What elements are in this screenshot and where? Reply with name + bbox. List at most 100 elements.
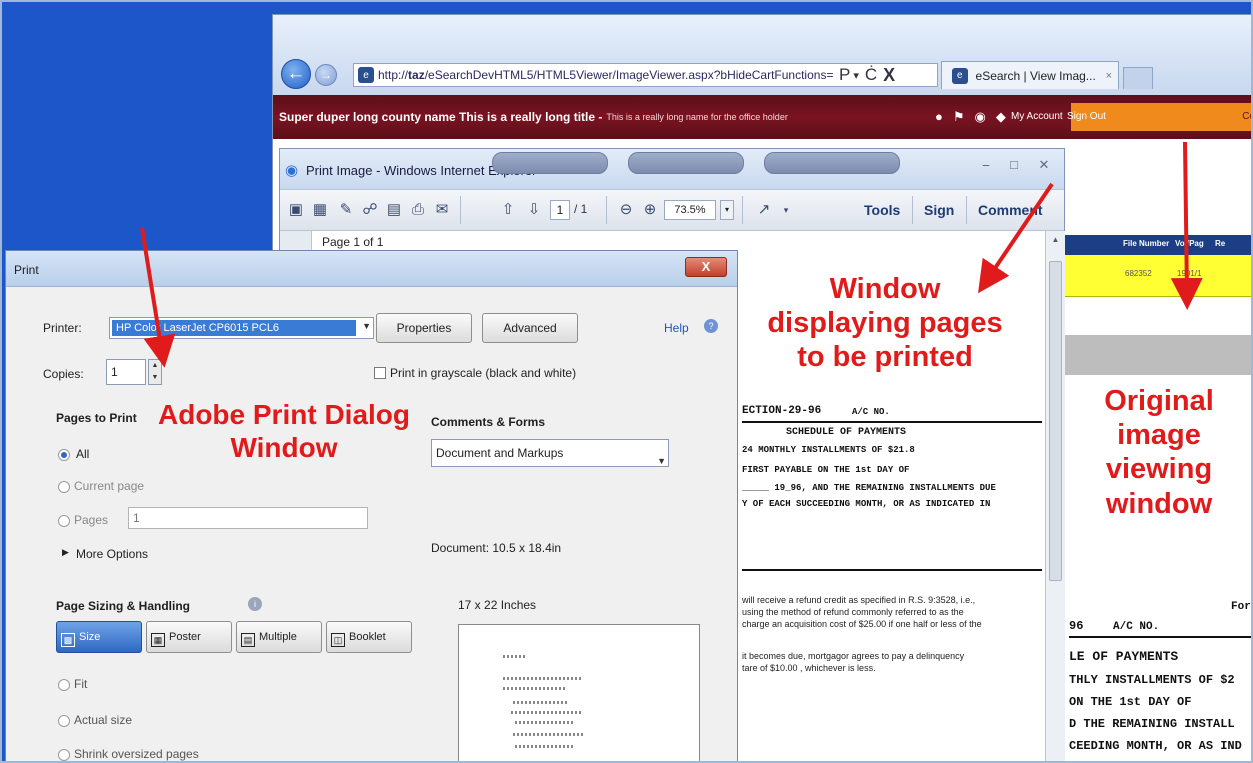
edit-icon[interactable]: ✎ [336,200,356,220]
dropdown-arrow-icon[interactable]: ▾ [853,69,859,82]
annotation-line: to be printed [797,341,973,374]
radio-all[interactable] [58,449,70,461]
minimize-icon[interactable]: ⎯ [974,155,998,175]
sign-out-link[interactable]: Sign Out [1067,111,1106,122]
copies-stepper[interactable]: ▲ ▼ [148,359,162,385]
flag-icon[interactable]: ⚑ [953,109,965,125]
maximize-icon[interactable]: □ [1002,155,1026,175]
forward-button[interactable]: → [315,64,337,86]
zoom-input[interactable]: 73.5% [664,200,716,220]
radio-actual-size[interactable] [58,715,70,727]
poster-button-label: Poster [169,631,201,643]
create-pdf-icon[interactable]: ▣ [286,200,306,220]
comment-menu[interactable]: Comment [978,202,1043,218]
toolbar-separator [912,196,913,224]
comments-forms-heading: Comments & Forms [431,415,546,429]
page-sizing-heading: Page Sizing & Handling [56,599,191,613]
more-options-toggle[interactable]: More Options [76,547,148,561]
printer-select[interactable]: HP Color LaserJet CP6015 PCL6 ▼ [109,317,374,339]
radio-current-page[interactable] [58,481,70,493]
tools-menu[interactable]: Tools [864,202,900,218]
annotation-line: Original [1104,385,1214,417]
radio-pages[interactable] [58,515,70,527]
combine-icon[interactable]: ▦ [310,200,330,220]
refresh-icon[interactable]: Ċ [865,65,877,85]
properties-button[interactable]: Properties [376,313,472,343]
my-account-link[interactable]: My Account [1011,111,1063,122]
size-button[interactable]: ▩ Size [56,621,142,653]
copies-input[interactable]: 1 [106,359,146,385]
share-icon[interactable]: ☍ [360,200,380,220]
help-link[interactable]: Help [664,321,689,335]
header-icon-group: ● ⚑ ◉ ◆ [935,109,1006,125]
orig-doc-text: LE OF PAYMENTS [1069,649,1179,664]
column-header-vol-pag[interactable]: Vol/Pag [1175,239,1204,248]
email-icon[interactable]: ✉ [432,200,452,220]
print-dialog: Print X Printer: HP Color LaserJet CP601… [5,250,738,761]
pages-range-input[interactable]: 1 [128,507,368,529]
arrow-down-icon[interactable]: ⇩ [524,200,544,220]
vertical-scrollbar[interactable]: ▲ [1045,231,1065,761]
zoom-in-icon[interactable]: ⊕ [640,200,660,220]
doc-text: 24 MONTHLY INSTALLMENTS OF $21.8 [742,445,915,455]
globe-icon[interactable]: ◉ [975,109,986,125]
tool-dropdown-icon[interactable]: ▾ [776,200,796,220]
pin-icon[interactable]: ◆ [996,109,1006,125]
radio-shrink[interactable] [58,749,70,761]
size-icon: ▩ [61,633,75,647]
info-icon[interactable]: i [248,597,262,611]
comments-forms-select[interactable]: Document and Markups ▼ [431,439,669,467]
site-title: Super duper long county name This is a r… [279,110,603,124]
annotation-line: Adobe Print Dialog [158,399,410,430]
sign-menu[interactable]: Sign [924,202,954,218]
site-subtitle: This is a really long name for the offic… [606,112,788,122]
column-header-extra[interactable]: Re [1215,239,1225,248]
orig-doc-text: ON THE 1st DAY OF [1069,695,1192,709]
search-icon[interactable]: Ρ [839,65,850,85]
poster-button[interactable]: ▦ Poster [146,621,232,653]
radio-current-page-label: Current page [74,479,145,493]
triangle-right-icon[interactable]: ▶ [62,547,69,558]
pdf-toolbar: ▣ ▦ ✎ ☍ ▤ ⎙ ✉ ⇧ ⇩ 1 / 1 ⊖ ⊕ 73.5% ▾ ↗ ▾ … [280,189,1064,231]
url-text[interactable]: http://taz/eSearchDevHTML5/HTML5Viewer/I… [378,68,833,82]
page-number-input[interactable]: 1 [550,200,570,220]
new-tab-button[interactable] [1123,67,1153,89]
radio-actual-size-label: Actual size [74,713,133,727]
column-header-file-number[interactable]: File Number [1123,239,1169,248]
select-tool-icon[interactable]: ↗ [754,200,774,220]
back-button[interactable]: ← [281,59,311,89]
grayscale-checkbox[interactable] [374,367,386,379]
print-icon[interactable]: ⎙ [408,200,428,220]
booklet-button[interactable]: ◫ Booklet [326,621,412,653]
doc-text: _____ 19_96, AND THE REMAINING INSTALLME… [742,483,996,493]
close-button[interactable]: X [685,257,727,277]
scroll-thumb[interactable] [1049,261,1062,581]
doc-text: charge an acquisition cost of $25.00 if … [742,619,982,629]
close-icon[interactable]: ✕ [1032,155,1056,175]
scroll-up-icon[interactable]: ▲ [1049,235,1062,247]
tab-close-icon[interactable]: × [1106,70,1112,82]
page-total: / 1 [574,202,588,216]
save-icon[interactable]: ▤ [384,200,404,220]
arrow-left-icon: ← [286,63,306,84]
orig-doc-text: For [1231,601,1251,613]
orig-doc-text: THLY INSTALLMENTS OF $2 [1069,673,1235,687]
ie-icon: ◉ [285,162,299,179]
stop-icon[interactable]: X [883,65,895,86]
chevron-down-icon: ▼ [657,456,666,466]
arrow-up-icon[interactable]: ⇧ [498,200,518,220]
multiple-button[interactable]: ▤ Multiple [236,621,322,653]
browser-tab-esearch[interactable]: e eSearch | View Imag... × [941,61,1119,89]
radio-fit[interactable] [58,679,70,691]
advanced-button[interactable]: Advanced [482,313,578,343]
address-bar[interactable]: e http://taz/eSearchDevHTML5/HTML5Viewer… [353,63,938,87]
copies-label: Copies: [43,367,84,381]
cart-icon[interactable]: ● [935,109,943,125]
help-icon[interactable]: ? [704,319,718,333]
print-dialog-titlebar: Print X [6,251,737,287]
annotation-line: window [1105,487,1213,520]
zoom-out-icon[interactable]: ⊖ [616,200,636,220]
zoom-dropdown-icon[interactable]: ▾ [720,200,734,220]
preview-ink [511,711,581,714]
divider [742,421,1042,423]
